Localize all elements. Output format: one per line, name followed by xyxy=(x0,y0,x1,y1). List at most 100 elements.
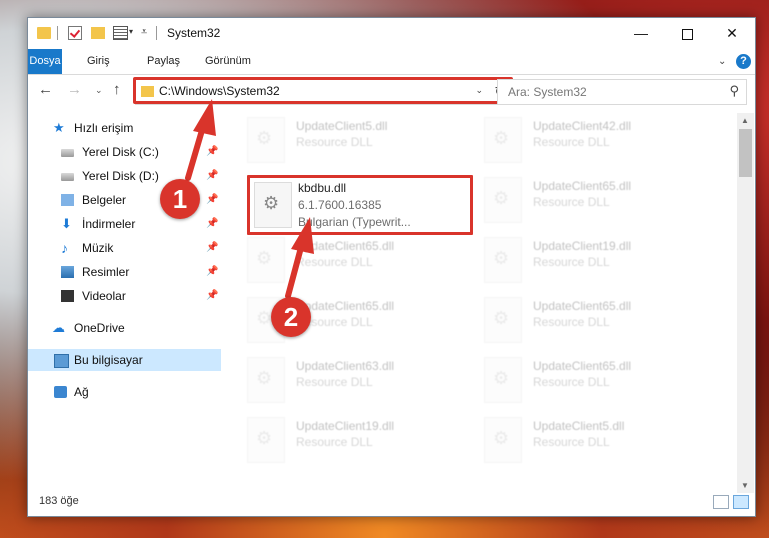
file-item[interactable]: UpdateClient19.dll Resource DLL xyxy=(232,415,452,465)
file-type: Resource DLL xyxy=(533,255,610,269)
pin-icon[interactable]: 📌 xyxy=(206,141,218,163)
help-icon[interactable]: ? xyxy=(736,54,751,69)
file-type: Resource DLL xyxy=(533,135,610,149)
disk-icon xyxy=(61,173,74,181)
step-1-badge: 1 xyxy=(160,179,200,219)
tab-view[interactable]: Görünüm xyxy=(205,49,251,74)
close-button[interactable]: ✕ xyxy=(709,18,755,49)
documents-icon xyxy=(61,194,74,206)
sidebar-item-label: OneDrive xyxy=(74,321,125,335)
vertical-scrollbar[interactable]: ▲ ▼ xyxy=(737,113,754,493)
sidebar-item-quick-access[interactable]: ★ Hızlı erişim xyxy=(28,117,221,139)
tab-home[interactable]: Giriş xyxy=(87,49,110,74)
network-icon xyxy=(54,386,67,398)
disk-icon xyxy=(61,149,74,157)
dll-file-icon xyxy=(247,357,285,403)
dll-file-icon xyxy=(484,117,522,163)
maximize-button[interactable] xyxy=(664,18,710,49)
file-item[interactable]: UpdateClient63.dll Resource DLL xyxy=(232,355,452,405)
forward-arrow-icon[interactable]: → xyxy=(67,81,82,98)
new-folder-icon[interactable] xyxy=(91,27,105,39)
file-type: Resource DLL xyxy=(533,435,610,449)
cloud-icon: ☁ xyxy=(52,320,65,335)
file-name: UpdateClient19.dll xyxy=(296,419,395,433)
step-2-badge: 2 xyxy=(271,297,311,337)
scrollbar-thumb[interactable] xyxy=(739,129,752,177)
sidebar-item-pictures[interactable]: Resimler 📌 xyxy=(28,261,221,283)
file-version: 6.1.7600.16385 xyxy=(298,198,382,212)
pin-icon[interactable]: 📌 xyxy=(206,213,218,235)
file-description: Bulgarian (Typewrit... xyxy=(298,215,411,229)
file-name: UpdateClient65.dll xyxy=(533,179,632,193)
dll-file-icon xyxy=(247,117,285,163)
recent-locations-icon[interactable]: ⌄ xyxy=(95,85,103,96)
file-name: UpdateClient65.dll xyxy=(533,359,632,373)
quick-access-dropdown-icon[interactable]: ▾ xyxy=(129,27,133,43)
tab-share[interactable]: Paylaş xyxy=(147,49,180,74)
window-title: System32 xyxy=(167,26,221,40)
file-item[interactable]: UpdateClient65.dll Resource DLL xyxy=(469,175,689,225)
file-item[interactable]: UpdateClient65.dll Resource DLL xyxy=(232,295,452,345)
pin-icon[interactable]: 📌 xyxy=(206,165,218,187)
item-count: 183 öğe xyxy=(39,495,79,507)
sidebar-item-label: Müzik xyxy=(82,241,114,255)
minimize-button[interactable]: — xyxy=(618,18,664,49)
file-type: Resource DLL xyxy=(296,135,373,149)
dll-file-icon xyxy=(484,357,522,403)
dll-file-icon xyxy=(484,237,522,283)
file-item[interactable]: UpdateClient5.dll Resource DLL xyxy=(232,115,452,165)
sidebar-item-music[interactable]: ♪ Müzik 📌 xyxy=(28,237,221,259)
file-item[interactable]: UpdateClient65.dll Resource DLL xyxy=(469,295,689,345)
sidebar-item-network[interactable]: Ağ xyxy=(28,381,221,403)
sidebar-item-disk-c[interactable]: Yerel Disk (C:) 📌 xyxy=(28,141,221,163)
dll-file-icon xyxy=(484,297,522,343)
customize-toolbar-icon[interactable]: ⩡ xyxy=(141,26,147,42)
file-name: UpdateClient63.dll xyxy=(296,359,395,373)
sidebar-item-onedrive[interactable]: ☁ OneDrive xyxy=(28,317,221,339)
pin-icon[interactable]: 📌 xyxy=(206,237,218,259)
file-item[interactable]: UpdateClient42.dll Resource DLL xyxy=(469,115,689,165)
tab-file[interactable]: Dosya xyxy=(28,49,62,74)
computer-icon xyxy=(54,354,69,368)
scroll-down-icon[interactable]: ▼ xyxy=(741,481,749,490)
pin-icon[interactable]: 📌 xyxy=(206,261,218,283)
tiles-view-icon[interactable] xyxy=(733,495,749,509)
sidebar-item-videos[interactable]: Videolar 📌 xyxy=(28,285,221,307)
file-type: Resource DLL xyxy=(533,315,610,329)
scroll-up-icon[interactable]: ▲ xyxy=(741,116,749,125)
file-item[interactable]: UpdateClient19.dll Resource DLL xyxy=(469,235,689,285)
search-icon[interactable]: ⚲ xyxy=(729,83,739,99)
properties-check-icon[interactable] xyxy=(68,26,82,40)
details-view-icon[interactable] xyxy=(713,495,729,509)
file-item[interactable]: UpdateClient65.dll Resource DLL xyxy=(469,355,689,405)
rename-icon[interactable] xyxy=(113,26,128,40)
expand-ribbon-icon[interactable]: ⌄ xyxy=(718,56,726,67)
dll-file-icon xyxy=(484,177,522,223)
file-type: Resource DLL xyxy=(533,195,610,209)
view-toggle xyxy=(709,495,749,512)
up-arrow-icon[interactable]: ↑ xyxy=(113,81,121,98)
search-input[interactable]: Ara: System32 ⚲ xyxy=(497,79,747,105)
search-placeholder: Ara: System32 xyxy=(508,85,587,99)
back-arrow-icon[interactable]: ← xyxy=(38,81,53,98)
sidebar-item-label: Yerel Disk (D:) xyxy=(82,169,159,183)
sidebar-item-this-pc[interactable]: Bu bilgisayar xyxy=(28,349,221,371)
sidebar-item-label: İndirmeler xyxy=(82,217,136,231)
divider xyxy=(57,26,58,40)
file-item-kbdbu[interactable]: kbdbu.dll 6.1.7600.16385 Bulgarian (Type… xyxy=(247,175,473,235)
pin-icon[interactable]: 📌 xyxy=(206,189,218,211)
videos-icon xyxy=(61,290,74,302)
music-icon: ♪ xyxy=(61,240,68,256)
dll-file-icon xyxy=(247,417,285,463)
file-item[interactable]: UpdateClient5.dll Resource DLL xyxy=(469,415,689,465)
file-type: Resource DLL xyxy=(296,255,373,269)
file-item[interactable]: UpdateClient65.dll Resource DLL xyxy=(232,235,452,285)
navigation-pane: ★ Hızlı erişim Yerel Disk (C:) 📌 Yerel D… xyxy=(28,113,223,493)
pin-icon[interactable]: 📌 xyxy=(206,285,218,307)
file-type: Resource DLL xyxy=(533,375,610,389)
ribbon-tabs: Dosya Giriş Paylaş Görünüm ⌄ ? xyxy=(28,49,755,75)
file-type: Resource DLL xyxy=(296,375,373,389)
dll-file-icon xyxy=(484,417,522,463)
file-type: Resource DLL xyxy=(296,435,373,449)
sidebar-item-downloads[interactable]: ⬇ İndirmeler 📌 xyxy=(28,213,221,235)
